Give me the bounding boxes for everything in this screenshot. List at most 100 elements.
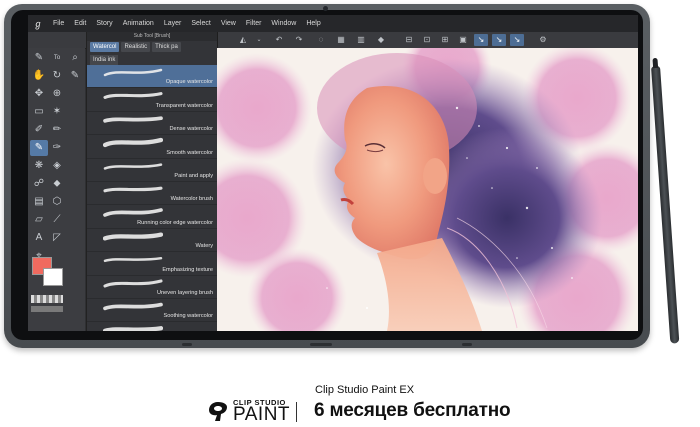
transparent-color-swatch[interactable] [31,295,63,303]
pen-icon[interactable]: ✎ [30,50,48,66]
menu-layer[interactable]: Layer [159,20,187,27]
sub-tool-panel: Sub Tool [Brush] Watercol Realistic Thic… [86,32,218,331]
brush-item[interactable]: Running color edge watercolor [87,205,217,229]
background-color-swatch[interactable] [43,268,63,286]
menu-animation[interactable]: Animation [118,20,159,27]
tool-palette: ✎ To ⌕ ✋ ↻ ✎ ✥ ⊕ ▭ ✶ ✐ ✏ ✎ ✑ ❋ ◈ ☍ ⬥ ▤ ⬡… [28,48,85,331]
pencil-icon[interactable]: ✏ [48,122,66,138]
snap-grid-icon[interactable]: ↘ [510,34,524,46]
brush-label: Smooth watercolor [166,149,213,156]
brush-label: Paint and apply [174,172,213,179]
blend-icon[interactable]: ☍ [30,176,48,192]
brush-item[interactable]: Soothing watercolor [87,299,217,323]
brush-item[interactable]: Watery [87,229,217,253]
rotate-icon[interactable]: ↻ [48,68,66,84]
brush-item[interactable]: Paint and apply [87,159,217,182]
brush-stroke-preview [103,278,163,288]
undo-icon[interactable]: ↶ [272,34,286,46]
group-tab-thick-paint[interactable]: Thick pa [152,42,181,52]
clip-studio-logo-icon[interactable]: ℊ [28,17,48,30]
eyedropper-icon[interactable]: ✐ [30,122,48,138]
menu-edit[interactable]: Edit [69,20,91,27]
decoration-icon[interactable]: ❋ [30,158,48,174]
ruler-icon[interactable]: ▣ [456,34,470,46]
move-icon[interactable]: ✥ [30,86,48,102]
color-slot[interactable] [31,306,63,312]
ruler-tool-icon[interactable]: ⟋ [48,212,66,228]
brush-label: Opaque watercolor [165,79,213,86]
select-all-icon[interactable]: ▦ [334,34,348,46]
fill-icon[interactable]: ◭ [236,34,250,46]
brush-stroke-preview [103,232,163,241]
brush-stroke-preview [103,92,163,100]
brush-label: Watercolor brush [170,196,213,203]
frame-icon[interactable]: ▱ [30,212,48,228]
menu-file[interactable]: File [48,20,69,27]
eraser-icon[interactable]: ◈ [48,158,66,174]
brush-item[interactable]: Watercolor brush [87,182,217,206]
menu-help[interactable]: Help [301,20,325,27]
object-icon[interactable]: ⊕ [48,86,66,102]
fill-bucket-icon[interactable]: ◆ [374,34,388,46]
magic-wand-icon[interactable]: ✶ [48,104,66,120]
brand-divider [296,402,297,422]
snap-icon[interactable]: ↘ [474,34,488,46]
brush-item[interactable]: Smooth watercolor [87,135,217,159]
brush-stroke-preview [103,186,163,193]
marquee-icon[interactable]: ▭ [30,104,48,120]
brush-stroke-preview [103,138,163,148]
figure-icon[interactable]: ⬡ [48,194,66,210]
brush-item[interactable]: Opaque watercolor [87,65,217,89]
brush-item[interactable]: Dense watercolor [87,112,217,136]
brush-item[interactable]: Transparent watercolor [87,88,217,112]
menu-window[interactable]: Window [266,20,301,27]
tool-tab[interactable]: To [48,50,66,66]
grid-icon[interactable]: ⊞ [438,34,452,46]
group-tab-realistic[interactable]: Realistic [121,42,151,52]
brush-label: Watery [195,243,213,250]
side-port [462,343,472,346]
brush-icon[interactable]: ✎ [30,140,48,156]
drawing-canvas[interactable] [217,48,638,331]
promo-text: 6 месяцев бесплатно [314,400,511,421]
hand-icon[interactable]: ✋ [30,68,48,84]
transform-icon[interactable]: ⊟ [402,34,416,46]
brush-stroke-preview [103,68,163,77]
brush-stroke-preview [103,116,163,123]
deselect-icon[interactable]: ▥ [354,34,368,46]
redo-icon[interactable]: ↷ [292,34,306,46]
chevron-down-icon[interactable]: ⌄ [252,34,266,46]
text-icon[interactable]: A [30,230,48,246]
keyboard-connector [310,343,332,346]
balloon-icon[interactable]: ◸ [48,230,66,246]
snap-ruler-icon[interactable]: ↘ [492,34,506,46]
group-tab-india-ink[interactable]: India ink [90,55,119,65]
menu-view[interactable]: View [216,20,241,27]
product-name: Clip Studio Paint EX [315,384,415,396]
fill-tool-icon[interactable]: ⬥ [48,176,66,192]
lasso-icon[interactable]: ◌ [314,34,328,46]
brush-label: Running color edge watercolor [137,219,213,226]
brush-tab-icon[interactable]: ✎ [66,68,84,84]
brush-label: Emphasizing texture [162,266,213,273]
menu-select[interactable]: Select [186,20,215,27]
brush-stroke-preview [103,326,163,331]
settings-icon[interactable]: ⚙ [536,34,550,46]
stylus-pen [651,65,680,344]
app-screen: ℊ File Edit Story Animation Layer Select… [28,15,638,331]
brush-item[interactable]: Wet bleed blender [87,322,217,331]
brush-item[interactable]: Uneven layering brush [87,276,217,299]
gradient-icon[interactable]: ▤ [30,194,48,210]
group-tab-watercolor[interactable]: Watercol [90,42,120,52]
brush-item[interactable]: Emphasizing texture [87,252,217,276]
brush-label: Transparent watercolor [155,102,213,109]
menu-filter[interactable]: Filter [241,20,267,27]
clip-studio-paint-logo-icon [209,402,227,421]
crop-icon[interactable]: ⊡ [420,34,434,46]
zoom-icon[interactable]: ⌕ [66,50,84,66]
menu-story[interactable]: Story [91,20,117,27]
brush-stroke-preview [103,257,163,263]
airbrush-icon[interactable]: ✑ [48,140,66,156]
brush-stroke-preview [103,208,163,218]
brush-label: Dense watercolor [169,126,213,133]
